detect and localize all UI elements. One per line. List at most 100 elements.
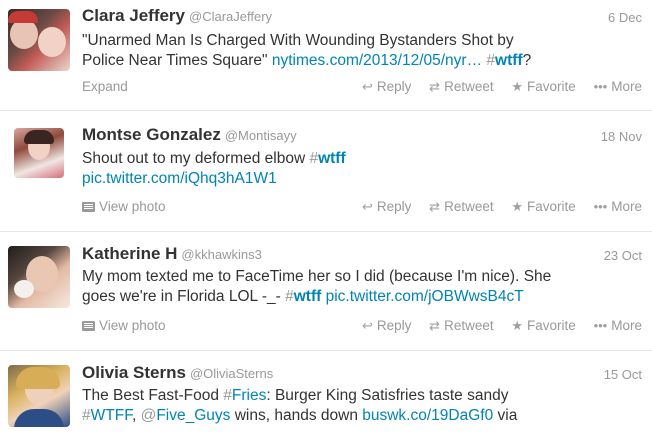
star-icon: ★ [511,318,524,333]
author-name[interactable]: Montse Gonzalez [82,125,221,144]
reply-button[interactable]: ↩ Reply [362,318,411,334]
retweet-label: Retweet [444,79,494,94]
more-button[interactable]: ••• More [594,199,642,214]
reply-icon: ↩ [361,79,373,94]
photo-icon [82,202,95,212]
favorite-button[interactable]: ★ Favorite [511,318,575,334]
text-segment: : Burger King Satisfries taste sandy [266,387,509,404]
author-handle[interactable]: @ClaraJeffery [189,9,272,24]
more-dots-icon: ••• [593,199,608,214]
retweet-label: Retweet [444,199,494,214]
author-line: Olivia Sterns @OliviaSterns [82,363,273,383]
tweet-link[interactable]: nytimes.com/2013/12/05/nyr… [272,52,482,69]
star-icon: ★ [511,199,524,214]
hashtag-mark: # [309,150,319,167]
author-handle[interactable]: @OliviaSterns [190,366,273,381]
text-segment: , [131,407,141,424]
avatar[interactable] [8,9,70,71]
tweet-text-line: Shout out to my deformed elbow #wtff [82,149,642,169]
tweet-date[interactable]: 6 Dec [608,10,642,25]
favorite-label: Favorite [527,318,576,333]
star-icon: ★ [511,79,524,94]
text-segment: via [493,407,518,424]
author-name[interactable]: Clara Jeffery [82,6,185,25]
hashtag[interactable]: #wtff [309,150,345,167]
tweet-date[interactable]: 15 Oct [604,367,642,382]
reply-label: Reply [376,318,412,333]
hashtag-mark: # [285,288,294,305]
tweet-link[interactable]: buswk.co/19DaGf0 [362,407,493,424]
author-name[interactable]: Katherine H [82,244,177,263]
hashtag-text: wtff [495,52,523,69]
avatar[interactable] [14,128,64,178]
retweet-button[interactable]: ⇄ Retweet [429,199,493,215]
expand-link[interactable]: Expand [82,79,128,94]
reply-button[interactable]: ↩ Reply [362,199,411,215]
tweet-text: The Best Fast-Food #Fries: Burger King S… [82,386,642,426]
view-photo-link[interactable]: View photo [82,318,166,333]
text-segment: goes we're in Florida LOL -_- [82,288,286,305]
reply-button[interactable]: ↩ Reply [362,79,411,95]
tweet-feed: Clara Jeffery @ClaraJeffery 6 Dec "Unarme… [0,0,652,435]
tweet-text: "Unarmed Man Is Charged With Wounding By… [82,31,642,71]
text-segment: ? [522,52,532,69]
hashtag-mark: # [223,387,232,404]
avatar[interactable] [8,365,70,427]
view-photo-link[interactable]: View photo [82,199,166,214]
expand-label: Expand [82,79,128,94]
tweet-item[interactable]: Olivia Sterns @OliviaSterns 15 Oct The Be… [0,351,652,435]
avatar[interactable] [8,246,70,308]
tweet-text: My mom texted me to FaceTime her so I di… [82,267,642,307]
hashtag-text: wtff [318,150,346,167]
text-segment: The Best Fast-Food [82,387,224,404]
photo-icon [82,321,95,331]
view-photo-label: View photo [99,318,166,333]
tweet-link[interactable]: pic.twitter.com/jOBWwsB4cT [326,288,524,305]
more-label: More [611,318,642,333]
hashtag[interactable]: #wtff [486,52,522,69]
hashtag-mark: # [486,52,496,69]
tweet-link[interactable]: pic.twitter.com/iQhq3hA1W1 [82,170,277,187]
retweet-button[interactable]: ⇄ Retweet [429,79,493,95]
mention-mark: @ [140,407,157,424]
text-segment: wins, hands down [230,407,363,424]
hashtag-text: wtff [293,288,322,305]
favorite-label: Favorite [527,199,576,214]
author-handle[interactable]: @Montisayy [225,128,297,143]
more-button[interactable]: ••• More [594,79,642,94]
tweet-date[interactable]: 18 Nov [601,129,642,144]
author-line: Montse Gonzalez @Montisayy [82,125,297,145]
more-dots-icon: ••• [593,318,608,333]
text-segment: Shout out to my deformed elbow [82,150,310,167]
retweet-icon: ⇄ [429,318,441,333]
text-segment: Police Near Times Square" [82,52,272,69]
favorite-button[interactable]: ★ Favorite [511,79,575,95]
author-handle[interactable]: @kkhawkins3 [181,247,261,262]
favorite-button[interactable]: ★ Favorite [511,199,575,215]
tweet-item[interactable]: Katherine H @kkhawkins3 23 Oct My mom tex… [0,232,652,351]
reply-icon: ↩ [361,318,373,333]
more-label: More [611,199,642,214]
hashtag[interactable]: #WTFF [82,407,132,424]
tweet-text: Shout out to my deformed elbow #wtff pic… [82,149,642,189]
tweet-item[interactable]: Clara Jeffery @ClaraJeffery 6 Dec "Unarme… [0,0,652,111]
tweet-actions: ↩ Reply ⇄ Retweet ★ Favorite ••• More [348,199,642,215]
tweet-date[interactable]: 23 Oct [604,248,642,263]
view-photo-label: View photo [99,199,166,214]
hashtag[interactable]: #Fries [223,387,266,404]
reply-label: Reply [376,199,412,214]
reply-label: Reply [376,79,412,94]
reply-icon: ↩ [361,199,373,214]
mention[interactable]: @Five_Guys [141,407,231,424]
favorite-label: Favorite [527,79,576,94]
more-button[interactable]: ••• More [594,318,642,333]
tweet-actions: ↩ Reply ⇄ Retweet ★ Favorite ••• More [348,318,642,334]
tweet-text-line: goes we're in Florida LOL -_- #wtff pic.… [82,287,642,307]
tweet-item[interactable]: Montse Gonzalez @Montisayy 18 Nov Shout o… [0,111,652,232]
tweet-text-line: The Best Fast-Food #Fries: Burger King S… [82,386,642,406]
author-name[interactable]: Olivia Sterns [82,363,186,382]
retweet-button[interactable]: ⇄ Retweet [429,318,493,334]
hashtag-mark: # [82,407,91,424]
more-dots-icon: ••• [593,79,608,94]
hashtag[interactable]: #wtff [285,288,321,305]
